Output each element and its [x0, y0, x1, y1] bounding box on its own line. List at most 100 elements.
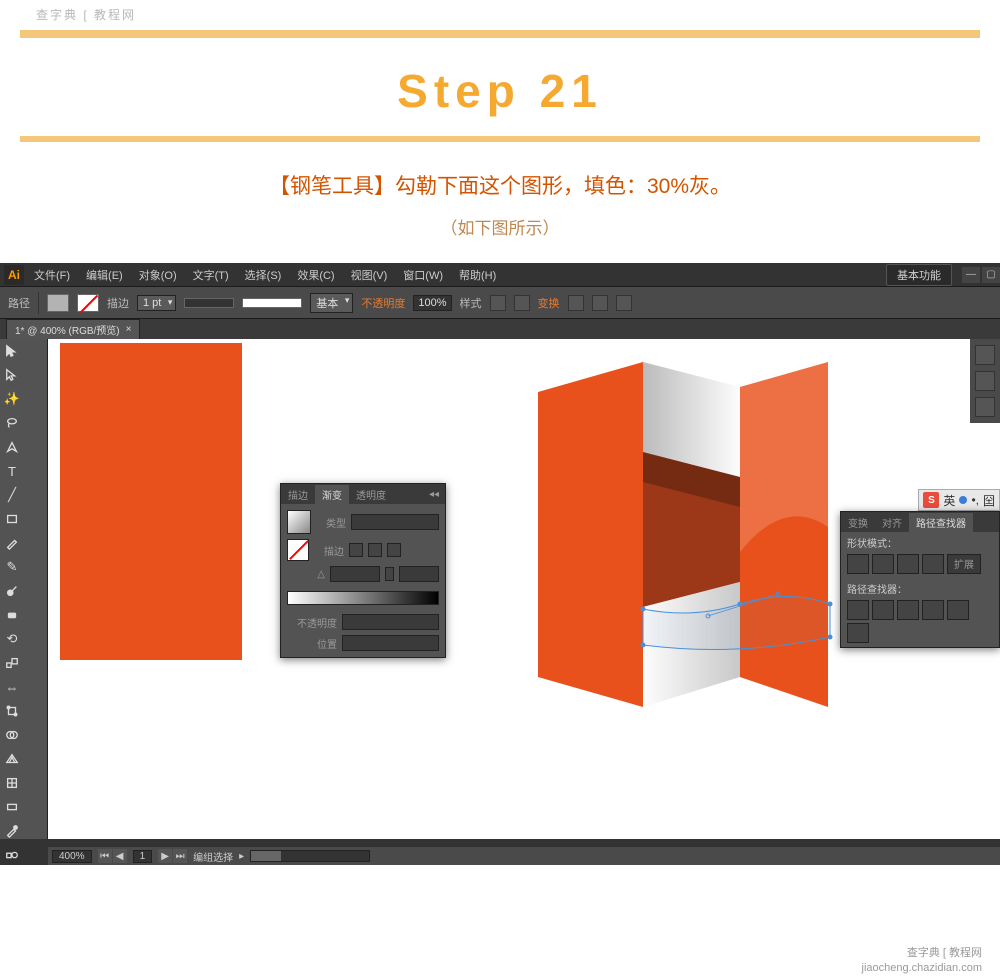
scrollbar-thumb[interactable] [251, 851, 281, 861]
close-tab-icon[interactable]: × [126, 324, 132, 335]
stroke-type-icon-3[interactable] [387, 543, 401, 557]
exclude-button[interactable] [922, 554, 944, 574]
horizontal-scrollbar[interactable] [250, 850, 370, 862]
outline-button[interactable] [947, 600, 969, 620]
minus-back-button[interactable] [847, 623, 869, 643]
intersect-button[interactable] [897, 554, 919, 574]
pathfinder-panel[interactable]: 变换 对齐 路径查找器 形状模式： 扩展 路径查找器： [840, 511, 1000, 648]
dock-icon-1[interactable] [975, 345, 995, 365]
rotate-tool[interactable]: ⟲ [0, 627, 24, 651]
trim-button[interactable] [872, 600, 894, 620]
blend-tool[interactable] [0, 843, 24, 865]
mesh-tool[interactable] [0, 771, 24, 795]
align-icon-1[interactable] [568, 295, 584, 311]
ime-logo-icon[interactable]: S [923, 492, 939, 508]
stroke-style-preview[interactable] [184, 298, 234, 308]
angle-field[interactable] [330, 566, 380, 582]
menu-type[interactable]: 文字(T) [187, 267, 235, 283]
gradient-preview[interactable] [287, 510, 311, 534]
scale-tool[interactable] [0, 651, 24, 675]
ime-toolbar[interactable]: S 英 •, 囶 [918, 489, 1000, 511]
unite-button[interactable] [847, 554, 869, 574]
direct-selection-tool[interactable] [0, 363, 24, 387]
lasso-tool[interactable] [0, 411, 24, 435]
rectangle-tool[interactable] [0, 507, 24, 531]
gradient-panel[interactable]: 描边 渐变 透明度 ◂◂ 类型 描边 △ [280, 483, 446, 658]
maximize-button[interactable]: ▢ [982, 267, 1000, 283]
magic-wand-tool[interactable]: ✨ [0, 387, 24, 411]
line-tool[interactable]: ╱ [0, 483, 24, 507]
gradient-panel-tabs: 描边 渐变 透明度 ◂◂ [281, 484, 445, 504]
stroke-type-icon-1[interactable] [349, 543, 363, 557]
blob-brush-tool[interactable] [0, 579, 24, 603]
shape-builder-tool[interactable] [0, 723, 24, 747]
first-artboard-icon[interactable]: ⏮ [98, 849, 112, 863]
menu-help[interactable]: 帮助(H) [453, 267, 502, 283]
menu-edit[interactable]: 编辑(E) [80, 267, 129, 283]
align-icon-3[interactable] [616, 295, 632, 311]
minimize-button[interactable]: — [962, 267, 980, 283]
workspace-switcher[interactable]: 基本功能 [886, 264, 952, 286]
stroke-type-icon-2[interactable] [368, 543, 382, 557]
ime-punct-icon[interactable]: •, [971, 493, 979, 507]
status-menu-icon[interactable]: ▸ [239, 851, 244, 862]
selection-tool[interactable] [0, 339, 24, 363]
panel-collapse-icon[interactable]: ◂◂ [423, 489, 445, 500]
expand-button[interactable]: 扩展 [947, 554, 981, 574]
gradient-opacity-field[interactable] [342, 614, 439, 630]
style-swatch[interactable] [490, 295, 506, 311]
gradient-tool[interactable] [0, 795, 24, 819]
document-tab[interactable]: 1* @ 400% (RGB/预览) × [6, 319, 140, 339]
minus-front-button[interactable] [872, 554, 894, 574]
gradient-slider[interactable] [287, 591, 439, 605]
stroke-weight-dropdown[interactable]: 1 pt [137, 295, 176, 311]
free-transform-tool[interactable] [0, 699, 24, 723]
type-tool[interactable]: T [0, 459, 24, 483]
transform-link[interactable]: 变换 [538, 295, 560, 311]
gradient-position-field[interactable] [342, 635, 439, 651]
perspective-tool[interactable] [0, 747, 24, 771]
dock-icon-3[interactable] [975, 397, 995, 417]
artboard-number[interactable]: 1 [133, 850, 153, 863]
crop-button[interactable] [922, 600, 944, 620]
gradient-type-dropdown[interactable] [351, 514, 439, 530]
stroke-swatch[interactable] [77, 294, 99, 312]
menu-file[interactable]: 文件(F) [28, 267, 76, 283]
aspect-icon[interactable] [385, 567, 394, 581]
divide-button[interactable] [847, 600, 869, 620]
zoom-level[interactable]: 400% [52, 850, 92, 863]
brush-preview[interactable] [242, 298, 302, 308]
opacity-value[interactable]: 100% [413, 295, 451, 311]
prev-artboard-icon[interactable]: ◀ [113, 849, 127, 863]
fill-swatch[interactable] [47, 294, 69, 312]
ime-glyph-icon[interactable]: 囶 [983, 492, 995, 509]
menu-window[interactable]: 窗口(W) [397, 267, 449, 283]
gradient-stroke-swatch[interactable] [287, 539, 309, 561]
ime-mode-label[interactable]: 英 [943, 492, 955, 509]
tab-transparency[interactable]: 透明度 [349, 485, 393, 504]
eyedropper-tool[interactable] [0, 819, 24, 843]
last-artboard-icon[interactable]: ⏭ [173, 849, 187, 863]
pencil-tool[interactable]: ✎ [0, 555, 24, 579]
ime-dot-1[interactable] [959, 496, 967, 504]
tab-align[interactable]: 对齐 [875, 513, 909, 532]
recolor-icon[interactable] [514, 295, 530, 311]
menu-object[interactable]: 对象(O) [133, 267, 183, 283]
tab-stroke[interactable]: 描边 [281, 485, 315, 504]
tab-pathfinder[interactable]: 路径查找器 [909, 513, 973, 532]
tab-transform[interactable]: 变换 [841, 513, 875, 532]
next-artboard-icon[interactable]: ▶ [158, 849, 172, 863]
align-icon-2[interactable] [592, 295, 608, 311]
width-tool[interactable]: ⇔ [0, 675, 24, 699]
menu-effect[interactable]: 效果(C) [291, 267, 340, 283]
tab-gradient[interactable]: 渐变 [315, 485, 349, 504]
merge-button[interactable] [897, 600, 919, 620]
pen-tool[interactable] [0, 435, 24, 459]
aspect-field[interactable] [399, 566, 439, 582]
menu-view[interactable]: 视图(V) [345, 267, 394, 283]
dock-icon-2[interactable] [975, 371, 995, 391]
brush-dropdown[interactable]: 基本 [310, 293, 353, 313]
paintbrush-tool[interactable] [0, 531, 24, 555]
eraser-tool[interactable] [0, 603, 24, 627]
menu-select[interactable]: 选择(S) [239, 267, 288, 283]
